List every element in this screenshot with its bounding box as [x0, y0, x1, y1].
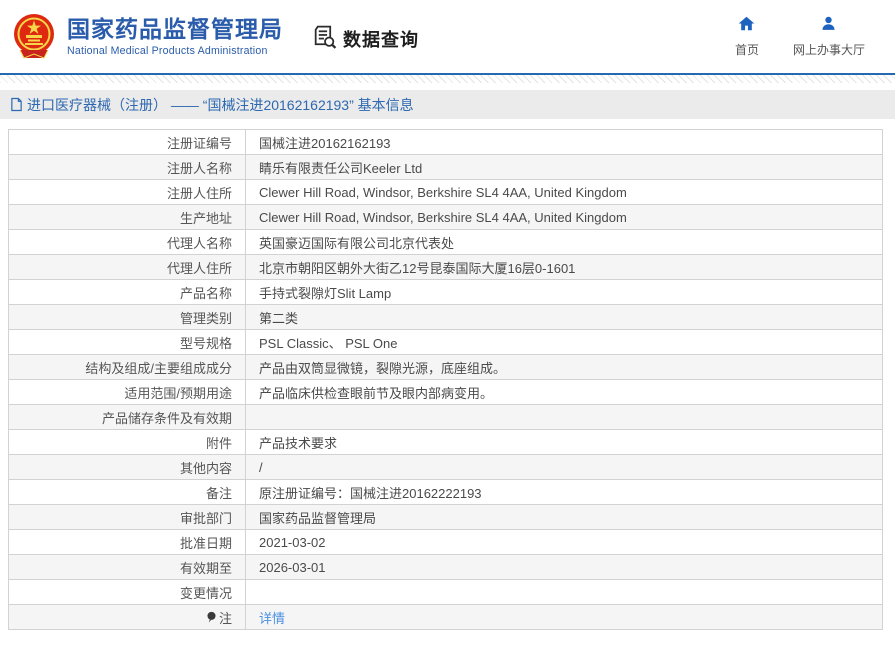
row-value: PSL Classic、 PSL One	[246, 330, 883, 355]
agency-subtitle: National Medical Products Administration	[67, 45, 283, 57]
nav-home-label: 首页	[735, 41, 759, 58]
row-label: 审批部门	[9, 505, 246, 530]
breadcrumb: 进口医疗器械（注册） —— “国械注进20162162193” 基本信息	[0, 90, 895, 119]
row-label: 型号规格	[9, 330, 246, 355]
row-value: 产品技术要求	[246, 430, 883, 455]
data-query-label: 数据查询	[343, 26, 419, 52]
document-search-icon	[311, 23, 338, 55]
document-icon	[10, 97, 23, 112]
row-label: 有效期至	[9, 555, 246, 580]
table-row: 结构及组成/主要组成成分产品由双筒显微镜，裂隙光源，底座组成。	[9, 355, 883, 380]
row-value: 睛乐有限责任公司Keeler Ltd	[246, 155, 883, 180]
table-row: 产品名称手持式裂隙灯Slit Lamp	[9, 280, 883, 305]
hatch-band	[0, 75, 895, 83]
row-value: 手持式裂隙灯Slit Lamp	[246, 280, 883, 305]
row-label: 结构及组成/主要组成成分	[9, 355, 246, 380]
row-label: 批准日期	[9, 530, 246, 555]
table-row: 其他内容/	[9, 455, 883, 480]
agency-title-block: 国家药品监督管理局 National Medical Products Admi…	[67, 16, 283, 56]
row-value: 2026-03-01	[246, 555, 883, 580]
registration-info-table: 注册证编号国械注进20162162193注册人名称睛乐有限责任公司Keeler …	[8, 129, 887, 630]
table-row: 生产地址Clewer Hill Road, Windsor, Berkshire…	[9, 205, 883, 230]
table-row: 注详情	[9, 605, 883, 630]
row-value: /	[246, 455, 883, 480]
row-value: 北京市朝阳区朝外大街乙12号昆泰国际大厦16层0-1601	[246, 255, 883, 280]
table-row: 审批部门国家药品监督管理局	[9, 505, 883, 530]
table-row: 注册人住所Clewer Hill Road, Windsor, Berkshir…	[9, 180, 883, 205]
data-query-section: 数据查询	[311, 23, 419, 55]
row-value: 详情	[246, 605, 883, 630]
row-value: 2021-03-02	[246, 530, 883, 555]
table-row: 有效期至2026-03-01	[9, 555, 883, 580]
row-label: 产品储存条件及有效期	[9, 405, 246, 430]
nav-home[interactable]: 首页	[735, 15, 759, 58]
row-label: 备注	[9, 480, 246, 505]
table-row: 代理人名称英国豪迈国际有限公司北京代表处	[9, 230, 883, 255]
row-label: 注	[9, 605, 246, 630]
china-national-emblem-icon	[10, 12, 58, 62]
row-value: 原注册证编号：国械注进20162222193	[246, 480, 883, 505]
row-value: 国械注进20162162193	[246, 130, 883, 155]
table-row: 注册人名称睛乐有限责任公司Keeler Ltd	[9, 155, 883, 180]
top-nav: 首页 网上办事大厅	[735, 15, 879, 58]
agency-logo: 国家药品监督管理局 National Medical Products Admi…	[10, 12, 283, 62]
row-label: 附件	[9, 430, 246, 455]
table-row: 管理类别第二类	[9, 305, 883, 330]
info-table-body: 注册证编号国械注进20162162193注册人名称睛乐有限责任公司Keeler …	[9, 130, 883, 630]
row-label: 变更情况	[9, 580, 246, 605]
nav-service-hall-label: 网上办事大厅	[793, 41, 865, 58]
row-label: 代理人住所	[9, 255, 246, 280]
agency-title: 国家药品监督管理局	[67, 16, 283, 42]
detail-link[interactable]: 详情	[259, 611, 285, 626]
row-label: 注册人住所	[9, 180, 246, 205]
home-icon	[738, 15, 755, 37]
row-value	[246, 405, 883, 430]
row-value: 英国豪迈国际有限公司北京代表处	[246, 230, 883, 255]
row-value: 产品临床供检查眼前节及眼内部病变用。	[246, 380, 883, 405]
table-row: 代理人住所北京市朝阳区朝外大街乙12号昆泰国际大厦16层0-1601	[9, 255, 883, 280]
table-row: 型号规格PSL Classic、 PSL One	[9, 330, 883, 355]
row-value: 第二类	[246, 305, 883, 330]
row-label: 注册人名称	[9, 155, 246, 180]
table-row: 附件产品技术要求	[9, 430, 883, 455]
breadcrumb-text: 进口医疗器械（注册） —— “国械注进20162162193” 基本信息	[27, 95, 414, 115]
row-value: 国家药品监督管理局	[246, 505, 883, 530]
table-row: 备注原注册证编号：国械注进20162222193	[9, 480, 883, 505]
nav-service-hall[interactable]: 网上办事大厅	[793, 15, 865, 58]
row-label: 代理人名称	[9, 230, 246, 255]
table-row: 变更情况	[9, 580, 883, 605]
table-row: 注册证编号国械注进20162162193	[9, 130, 883, 155]
row-label: 生产地址	[9, 205, 246, 230]
table-row: 产品储存条件及有效期	[9, 405, 883, 430]
row-label: 注册证编号	[9, 130, 246, 155]
row-label: 管理类别	[9, 305, 246, 330]
row-label: 适用范围/预期用途	[9, 380, 246, 405]
page-header: 国家药品监督管理局 National Medical Products Admi…	[0, 0, 895, 73]
row-value: Clewer Hill Road, Windsor, Berkshire SL4…	[246, 180, 883, 205]
table-row: 批准日期2021-03-02	[9, 530, 883, 555]
pin-icon	[206, 611, 217, 627]
user-icon	[820, 15, 837, 37]
row-value	[246, 580, 883, 605]
row-value: Clewer Hill Road, Windsor, Berkshire SL4…	[246, 205, 883, 230]
row-label: 其他内容	[9, 455, 246, 480]
table-row: 适用范围/预期用途产品临床供检查眼前节及眼内部病变用。	[9, 380, 883, 405]
row-label: 产品名称	[9, 280, 246, 305]
row-value: 产品由双筒显微镜，裂隙光源，底座组成。	[246, 355, 883, 380]
